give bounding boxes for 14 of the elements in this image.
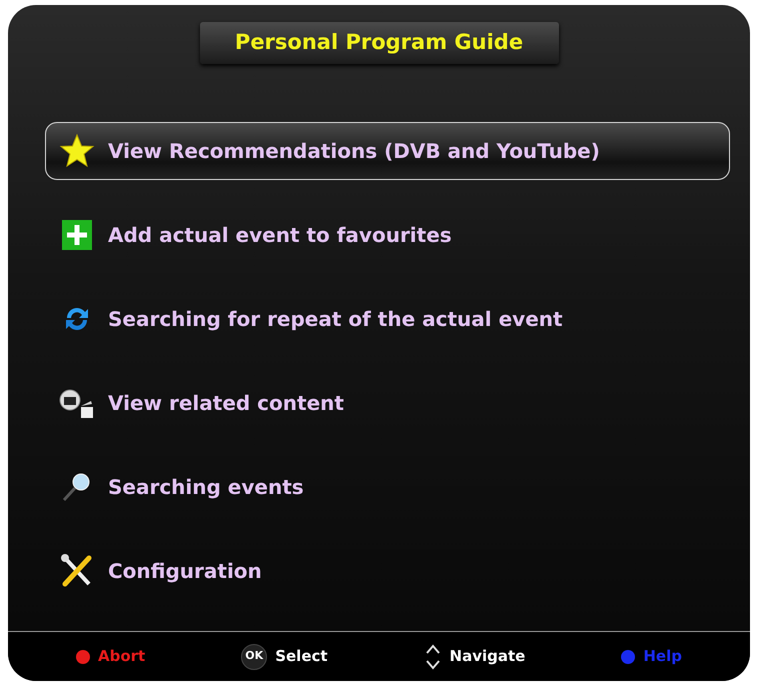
- menu-item[interactable]: Add actual event to favourites: [45, 206, 730, 264]
- menu-item[interactable]: Searching for repeat of the actual event: [45, 290, 730, 348]
- footer-label: Help: [643, 646, 682, 668]
- menu-item[interactable]: Searching events: [45, 458, 730, 516]
- menu-item[interactable]: Configuration: [45, 542, 730, 600]
- footer-label: Abort: [98, 646, 146, 668]
- up-down-arrows-icon: [424, 642, 442, 670]
- menu-item[interactable]: View Recommendations (DVB and YouTube): [45, 122, 730, 180]
- footer-label: Navigate: [450, 646, 526, 668]
- menu-item[interactable]: View related content: [45, 374, 730, 432]
- guide-title: Personal Program Guide: [200, 22, 558, 64]
- footer-label: Select: [275, 646, 328, 668]
- star-icon: [58, 133, 96, 169]
- ok-key: OK: [241, 644, 268, 670]
